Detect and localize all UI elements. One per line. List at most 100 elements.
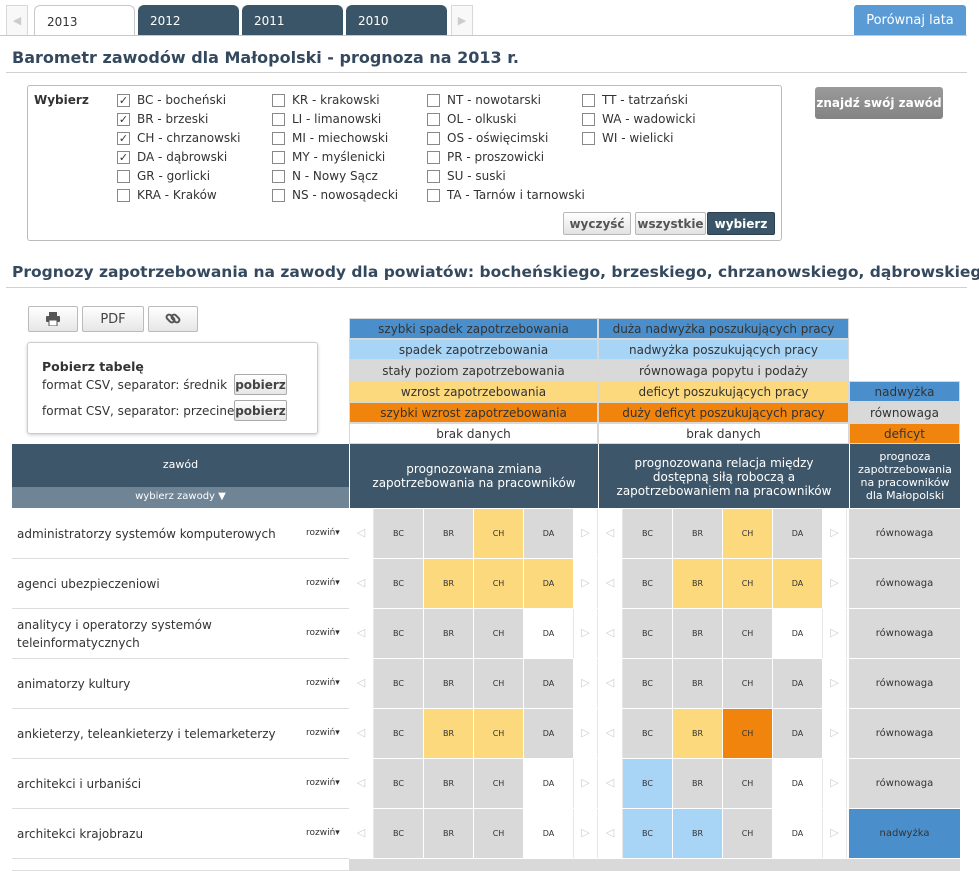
checkbox-box[interactable] (117, 188, 130, 202)
download-csv-comma-button[interactable]: pobierz (234, 400, 287, 421)
select-all-button[interactable]: wszystkie (635, 212, 706, 235)
prev-arrow-icon[interactable]: ◁ (349, 759, 374, 808)
checkbox-box[interactable] (582, 93, 595, 107)
next-arrow-icon[interactable]: ▷ (574, 759, 598, 808)
expand-link[interactable]: rozwiń▾ (306, 828, 340, 838)
next-arrow-icon[interactable]: ▷ (574, 809, 598, 858)
prev-arrow-icon[interactable]: ◁ (598, 509, 623, 558)
district-checkbox[interactable]: PR - proszowicki (427, 149, 544, 165)
district-checkbox[interactable]: KRA - Kraków (117, 187, 217, 203)
next-arrow-icon[interactable]: ▷ (823, 759, 847, 808)
tab-2011[interactable]: 2011 (242, 5, 343, 35)
checkbox-box[interactable] (272, 169, 285, 183)
apply-selection-button[interactable]: wybierz (707, 212, 775, 235)
link-button[interactable] (148, 306, 198, 332)
pdf-button[interactable]: PDF (82, 306, 144, 332)
checkbox-box[interactable]: ✓ (117, 112, 130, 126)
find-job-button[interactable]: znajdź swój zawód (815, 87, 943, 119)
next-arrow-icon[interactable]: ▷ (823, 659, 847, 708)
prev-arrow-icon[interactable]: ◁ (349, 709, 374, 758)
district-checkbox[interactable]: TA - Tarnów i tarnowski (427, 187, 585, 203)
checkbox-box[interactable] (427, 150, 440, 164)
district-checkbox-label: MI - miechowski (292, 131, 389, 145)
checkbox-box[interactable] (272, 112, 285, 126)
next-arrow-icon[interactable]: ▷ (823, 809, 847, 858)
district-checkbox[interactable]: WA - wadowicki (582, 111, 696, 127)
checkbox-box[interactable] (427, 188, 440, 202)
tab-2013[interactable]: 2013 (34, 5, 135, 36)
district-checkbox[interactable]: MY - myślenicki (272, 149, 385, 165)
checkbox-box[interactable]: ✓ (117, 150, 130, 164)
checkbox-box[interactable] (427, 93, 440, 107)
clear-button[interactable]: wyczyść (563, 212, 631, 235)
demand-cell: CH (474, 709, 524, 758)
next-arrow-icon[interactable]: ▷ (574, 609, 598, 658)
next-arrow-icon[interactable]: ▷ (823, 509, 847, 558)
checkbox-box[interactable] (427, 131, 440, 145)
district-checkbox[interactable]: GR - gorlicki (117, 168, 210, 184)
district-checkbox[interactable]: LI - limanowski (272, 111, 381, 127)
next-arrow-icon[interactable]: ▷ (823, 709, 847, 758)
district-checkbox[interactable]: MI - miechowski (272, 130, 388, 146)
district-checkbox[interactable]: SU - suski (427, 168, 506, 184)
district-checkbox-label: NS - nowosądecki (292, 188, 399, 202)
next-arrow-icon[interactable]: ▷ (574, 659, 598, 708)
district-checkbox[interactable]: ✓ DA - dąbrowski (117, 149, 227, 165)
checkbox-box[interactable] (117, 169, 130, 183)
demand-cell: DA (524, 759, 574, 808)
checkbox-box[interactable] (272, 150, 285, 164)
download-csv-semicolon-button[interactable]: pobierz (234, 374, 287, 395)
district-checkbox[interactable]: TT - tatrzański (582, 92, 688, 108)
district-checkbox[interactable]: KR - krakowski (272, 92, 380, 108)
expand-link[interactable]: rozwiń▾ (306, 728, 340, 738)
expand-link[interactable]: rozwiń▾ (306, 778, 340, 788)
checkbox-box[interactable] (582, 112, 595, 126)
prev-arrow-icon[interactable]: ◁ (349, 609, 374, 658)
next-arrow-icon[interactable]: ▷ (823, 609, 847, 658)
expand-link[interactable]: rozwiń▾ (306, 528, 340, 538)
checkbox-box[interactable] (582, 131, 595, 145)
tab-2010[interactable]: 2010 (346, 5, 447, 35)
prev-arrow-icon[interactable]: ◁ (598, 609, 623, 658)
checkbox-box[interactable] (427, 112, 440, 126)
next-arrow-icon[interactable]: ▷ (574, 559, 598, 608)
prev-arrow-icon[interactable]: ◁ (598, 709, 623, 758)
district-checkbox[interactable]: N - Nowy Sącz (272, 168, 378, 184)
next-arrow-icon[interactable]: ▷ (823, 559, 847, 608)
expand-link[interactable]: rozwiń▾ (306, 628, 340, 638)
checkbox-box[interactable] (427, 169, 440, 183)
next-arrow-icon[interactable]: ▷ (574, 709, 598, 758)
prev-arrow-icon[interactable]: ◁ (349, 809, 374, 858)
prev-arrow-icon[interactable]: ◁ (349, 559, 374, 608)
district-checkbox[interactable]: OS - oświęcimski (427, 130, 548, 146)
tab-next-arrow[interactable]: ▶ (451, 5, 473, 35)
print-button[interactable] (28, 306, 78, 332)
checkbox-box[interactable]: ✓ (117, 93, 130, 107)
prev-arrow-icon[interactable]: ◁ (598, 659, 623, 708)
tab-prev-arrow[interactable]: ◀ (6, 5, 28, 35)
next-arrow-icon[interactable]: ▷ (574, 509, 598, 558)
malopolska-forecast-cell: równowaga (849, 509, 960, 558)
district-checkbox[interactable]: OL - olkuski (427, 111, 517, 127)
expand-link[interactable]: rozwiń▾ (306, 578, 340, 588)
prev-arrow-icon[interactable]: ◁ (349, 659, 374, 708)
district-checkbox[interactable]: ✓ BR - brzeski (117, 111, 208, 127)
district-checkbox[interactable]: ✓ CH - chrzanowski (117, 130, 240, 146)
district-checkbox[interactable]: WI - wielicki (582, 130, 673, 146)
expand-link[interactable]: rozwiń▾ (306, 678, 340, 688)
prev-arrow-icon[interactable]: ◁ (598, 809, 623, 858)
district-checkbox-label: OL - olkuski (447, 112, 517, 126)
checkbox-box[interactable]: ✓ (117, 131, 130, 145)
checkbox-box[interactable] (272, 131, 285, 145)
prev-arrow-icon[interactable]: ◁ (598, 559, 623, 608)
district-checkbox[interactable]: ✓ BC - bocheński (117, 92, 226, 108)
district-checkbox[interactable]: NT - nowotarski (427, 92, 541, 108)
prev-arrow-icon[interactable]: ◁ (598, 759, 623, 808)
district-checkbox[interactable]: NS - nowosądecki (272, 187, 398, 203)
tab-2012[interactable]: 2012 (138, 5, 239, 35)
checkbox-box[interactable] (272, 93, 285, 107)
compare-years-button[interactable]: Porównaj lata (854, 5, 966, 36)
select-occupations-dropdown[interactable]: wybierz zawody ▼ (12, 487, 349, 508)
prev-arrow-icon[interactable]: ◁ (349, 509, 374, 558)
checkbox-box[interactable] (272, 188, 285, 202)
